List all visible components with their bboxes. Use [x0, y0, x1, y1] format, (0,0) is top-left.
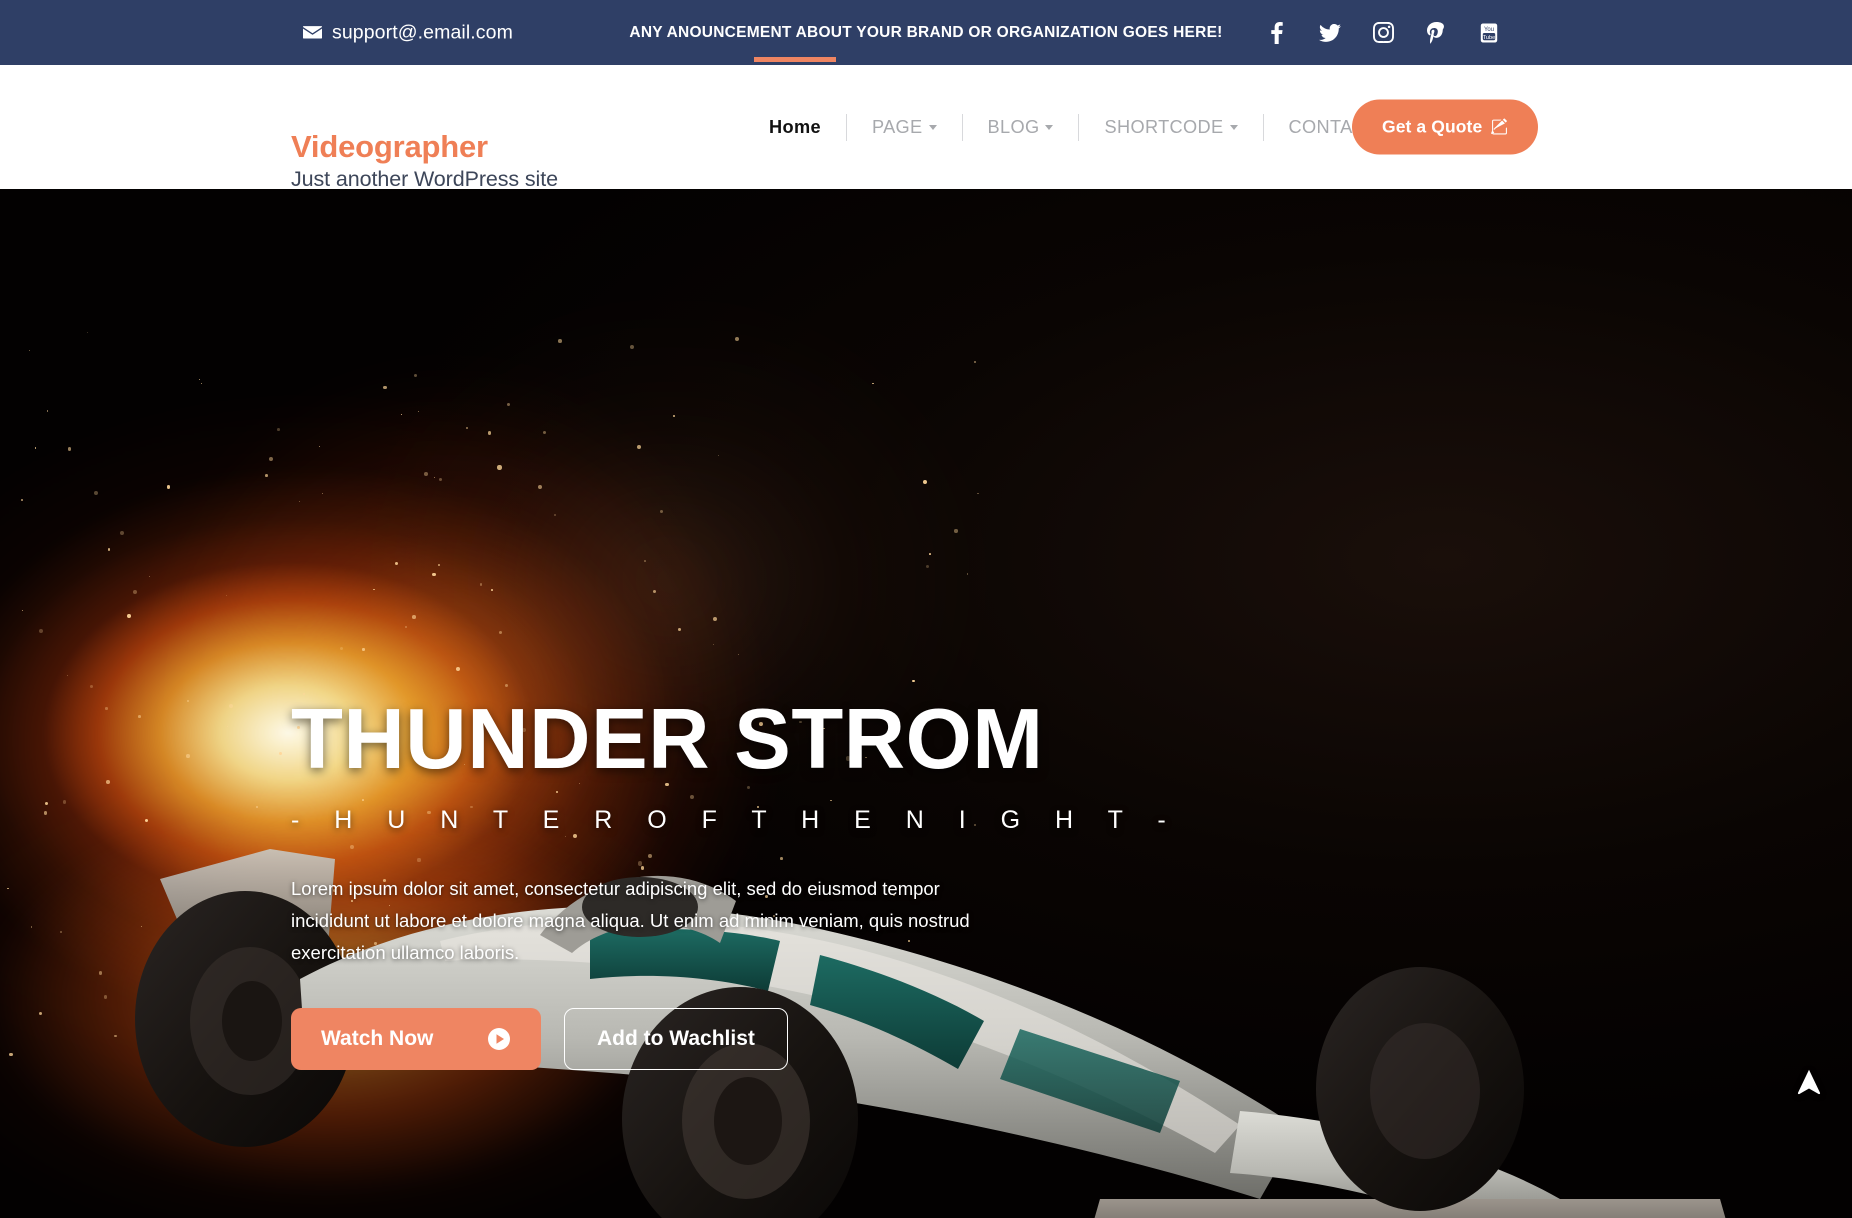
- site-title[interactable]: Videographer: [291, 130, 558, 164]
- support-email-link[interactable]: support@.email.com: [303, 21, 513, 44]
- watch-now-button[interactable]: Watch Now: [291, 1008, 541, 1071]
- support-email-text: support@.email.com: [332, 21, 513, 43]
- add-to-watchlist-button[interactable]: Add to Wachlist: [564, 1008, 788, 1071]
- nav-item-blog-label: BLOG: [987, 116, 1040, 137]
- youtube-icon[interactable]: You Tube: [1478, 22, 1500, 44]
- nav-item-page[interactable]: PAGE: [847, 65, 962, 189]
- nav-item-home[interactable]: Home: [744, 57, 846, 197]
- hero-subtitle: - H U N T E R O F T H E N I G H T -: [291, 806, 1180, 834]
- hero-actions: Watch Now Add to Wachlist: [291, 1008, 1011, 1071]
- site-tagline: Just another WordPress site: [291, 166, 558, 191]
- svg-text:Tube: Tube: [1483, 34, 1496, 40]
- get-a-quote-label: Get a Quote: [1382, 116, 1483, 137]
- announcement-text: ANY ANOUNCEMENT ABOUT YOUR BRAND OR ORGA…: [629, 23, 1223, 41]
- site-branding[interactable]: Videographer Just another WordPress site: [291, 130, 558, 192]
- hero-paragraph: Lorem ipsum dolor sit amet, consectetur …: [291, 878, 970, 963]
- hero-section: THUNDER STROM - H U N T E R O F T H E N …: [0, 189, 1852, 1218]
- nav-item-shortcode-label: SHORTCODE: [1104, 116, 1224, 137]
- social-links: You Tube: [1266, 21, 1500, 44]
- chevron-down-icon: [1229, 124, 1238, 130]
- site-header: Videographer Just another WordPress site…: [0, 57, 1852, 197]
- edit-square-icon: [1491, 118, 1508, 136]
- nav-item-shortcode[interactable]: SHORTCODE: [1079, 65, 1262, 189]
- chevron-down-icon: [928, 124, 937, 130]
- hero-title: THUNDER STROM: [291, 692, 1044, 787]
- envelope-icon: [303, 26, 322, 40]
- get-a-quote-button[interactable]: Get a Quote: [1352, 99, 1539, 155]
- arrow-up-icon: [1794, 1067, 1824, 1097]
- top-bar: support@.email.com ANY ANOUNCEMENT ABOUT…: [0, 0, 1852, 65]
- instagram-icon[interactable]: [1372, 22, 1394, 44]
- twitter-icon[interactable]: [1319, 22, 1341, 44]
- facebook-icon[interactable]: [1266, 21, 1288, 44]
- add-to-watchlist-label: Add to Wachlist: [597, 1027, 755, 1051]
- watch-now-label: Watch Now: [321, 1027, 434, 1051]
- play-circle-icon: [487, 1027, 511, 1051]
- nav-item-home-label: Home: [769, 116, 821, 137]
- scroll-to-top-button[interactable]: [1788, 1061, 1830, 1103]
- nav-item-page-label: PAGE: [871, 116, 923, 137]
- chevron-down-icon: [1045, 124, 1054, 130]
- hero-content: THUNDER STROM - H U N T E R O F T H E N …: [291, 692, 1180, 1071]
- pinterest-icon[interactable]: [1425, 21, 1447, 44]
- main-navigation: Home PAGE BLOG SHORTCODE CONTACT: [744, 57, 1403, 197]
- nav-item-blog[interactable]: BLOG: [963, 65, 1079, 189]
- svg-text:You: You: [1484, 27, 1494, 33]
